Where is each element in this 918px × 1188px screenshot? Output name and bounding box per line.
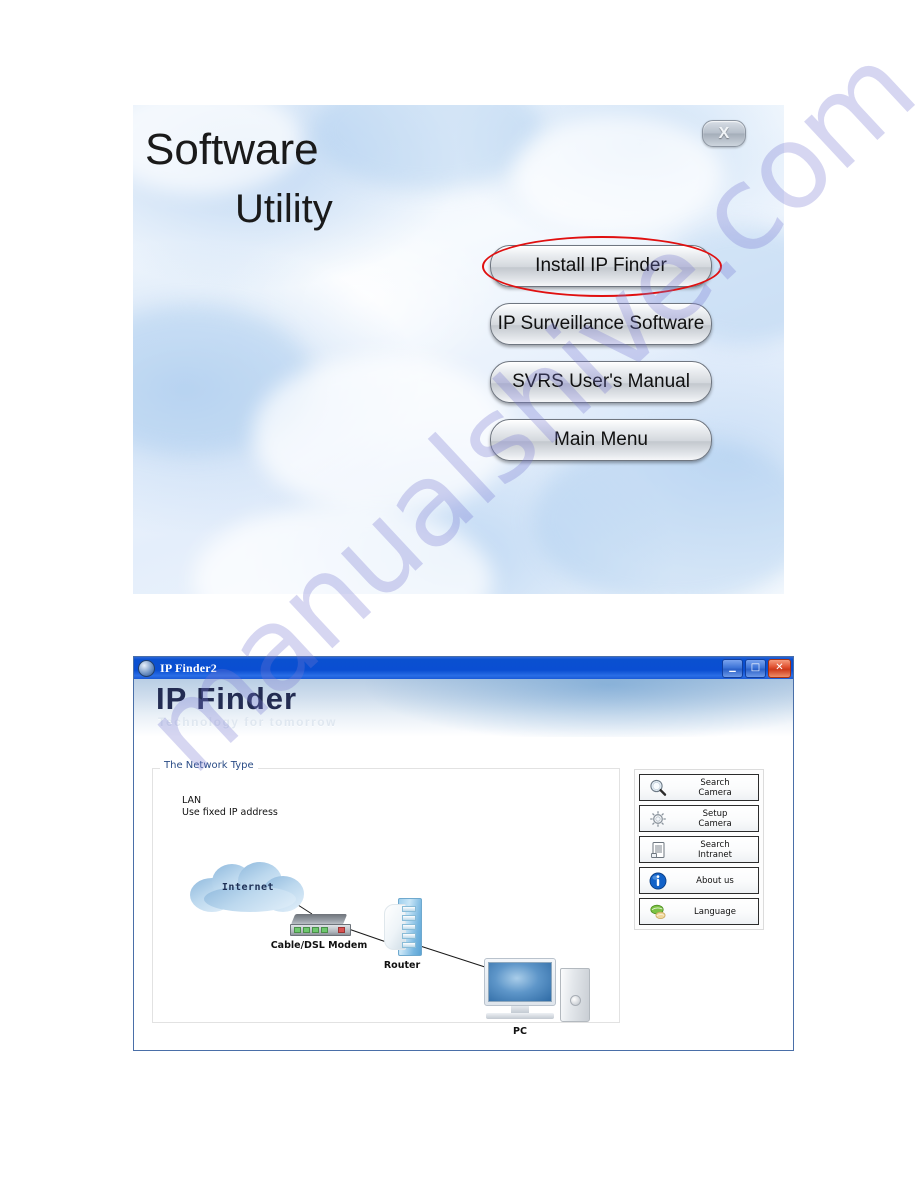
titlebar: IP Finder2 _ □ ✕	[134, 657, 793, 679]
language-label: Language	[694, 906, 736, 917]
search-intranet-button[interactable]: Search Intranet	[639, 836, 759, 863]
network-type-legend: The Network Type	[160, 760, 258, 771]
language-button[interactable]: Language	[639, 898, 759, 925]
software-utility-splash-window: Software Utility X Install IP Finder IP …	[133, 105, 784, 594]
maximize-icon: □	[750, 661, 761, 673]
cloud-decoration	[513, 115, 723, 235]
window-title: IP Finder2	[160, 660, 218, 675]
globe-icon	[138, 659, 155, 677]
ip-finder-window: IP Finder2 _ □ ✕ IP Finder Technology fo…	[133, 656, 794, 1051]
cloud-decoration	[193, 505, 493, 594]
globe-leaf-icon	[640, 902, 676, 922]
maximize-button[interactable]: □	[745, 658, 766, 678]
modem-icon	[290, 914, 351, 936]
search-camera-button[interactable]: Search Camera	[639, 774, 759, 801]
magnifier-icon	[640, 778, 676, 798]
gear-icon	[640, 809, 676, 829]
network-caption-line1: LAN	[182, 795, 202, 806]
app-banner: IP Finder Technology for tomorrow	[134, 679, 793, 738]
close-icon[interactable]: X	[702, 120, 746, 147]
search-camera-label: Search Camera	[698, 777, 732, 798]
close-button[interactable]: ✕	[768, 658, 791, 678]
cloud-decoration	[253, 355, 513, 515]
info-icon	[640, 871, 676, 891]
network-caption-line2: Use fixed IP address	[182, 807, 278, 818]
banner-subtitle: Technology for tomorrow	[158, 715, 337, 729]
about-us-label: About us	[696, 875, 734, 886]
action-button-panel: Search Camera Setup Camera Search Intran…	[634, 769, 764, 930]
install-ip-finder-button[interactable]: Install IP Finder	[490, 245, 712, 287]
about-us-button[interactable]: About us	[639, 867, 759, 894]
window-controls: _ □ ✕	[722, 657, 791, 678]
network-caption: LAN Use fixed IP address	[182, 795, 278, 819]
main-menu-button[interactable]: Main Menu	[490, 419, 712, 461]
setup-camera-button[interactable]: Setup Camera	[639, 805, 759, 832]
diagram-label-internet: Internet	[221, 882, 275, 893]
splash-title-line1: Software	[145, 125, 319, 174]
diagram-label-pc: PC	[513, 1026, 527, 1037]
ip-surveillance-software-button[interactable]: IP Surveillance Software	[490, 303, 712, 345]
search-intranet-label: Search Intranet	[698, 839, 732, 860]
banner-title: IP Finder	[156, 681, 298, 716]
diagram-label-modem: Cable/DSL Modem	[270, 940, 368, 951]
cloud-decoration	[313, 105, 543, 190]
splash-title-line2: Utility	[235, 187, 333, 231]
svrs-users-manual-button[interactable]: SVRS User's Manual	[490, 361, 712, 403]
setup-camera-label: Setup Camera	[698, 808, 732, 829]
app-body: The Network Type LAN Use fixed IP addres…	[134, 738, 793, 1048]
diagram-label-router: Router	[383, 960, 421, 971]
document-icon	[640, 840, 676, 860]
minimize-button[interactable]: _	[722, 657, 743, 678]
minimize-icon: _	[729, 657, 736, 673]
router-icon	[384, 898, 422, 956]
cloud-icon: Internet	[190, 862, 306, 914]
close-icon: ✕	[775, 661, 784, 673]
computer-icon	[484, 958, 592, 1026]
